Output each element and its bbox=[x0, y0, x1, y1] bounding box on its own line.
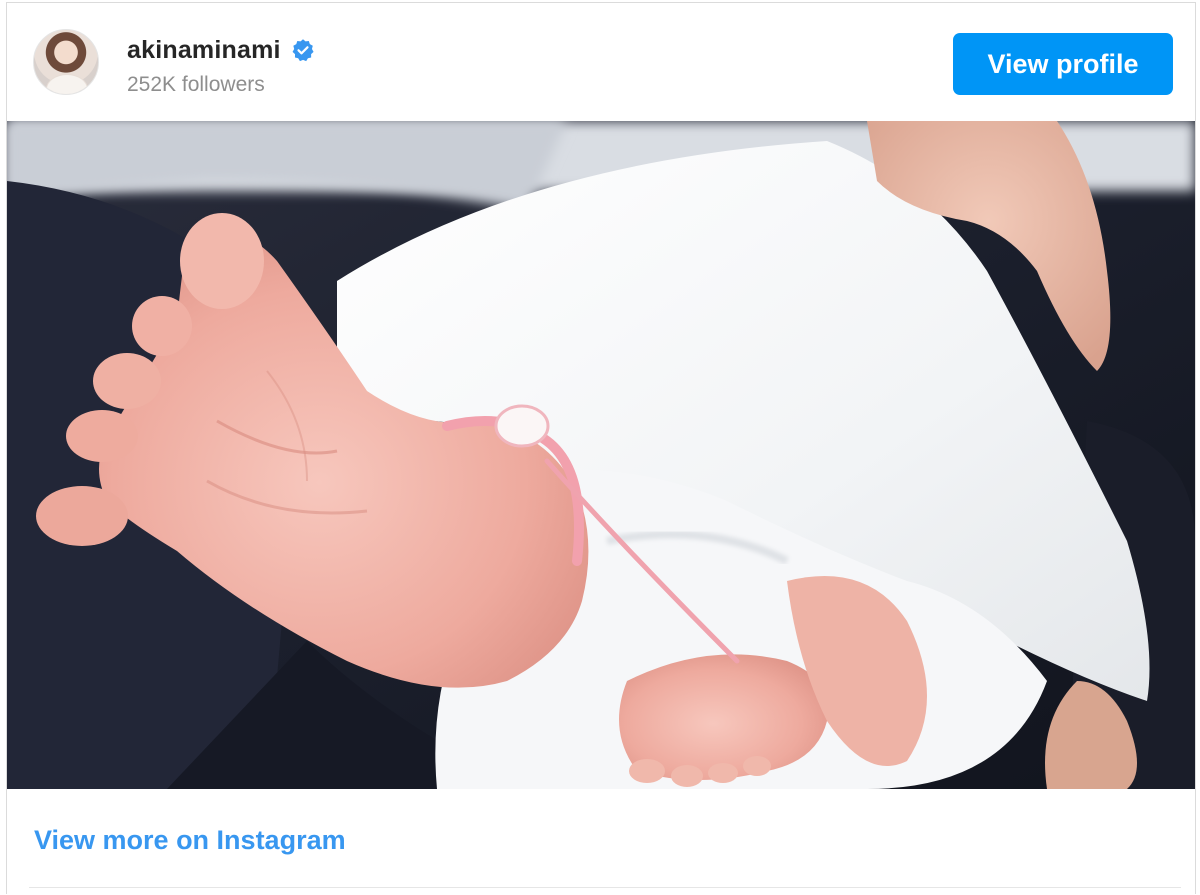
view-more-on-instagram-link[interactable]: View more on Instagram bbox=[34, 825, 346, 856]
username-row: akinaminami bbox=[127, 33, 315, 67]
follower-count: 252K followers bbox=[127, 73, 265, 96]
view-profile-button[interactable]: View profile bbox=[953, 33, 1173, 95]
divider bbox=[29, 887, 1181, 888]
instagram-embed-card: akinaminami 252K followers View profile bbox=[6, 2, 1196, 895]
post-header: akinaminami 252K followers View profile bbox=[7, 3, 1195, 121]
avatar-figure bbox=[46, 74, 88, 94]
post-photo-illustration bbox=[7, 121, 1195, 789]
post-footer: View more on Instagram bbox=[7, 789, 1195, 895]
username[interactable]: akinaminami bbox=[127, 36, 281, 65]
post-image[interactable] bbox=[7, 121, 1195, 789]
avatar[interactable] bbox=[33, 29, 99, 95]
verified-badge-icon bbox=[292, 39, 314, 62]
